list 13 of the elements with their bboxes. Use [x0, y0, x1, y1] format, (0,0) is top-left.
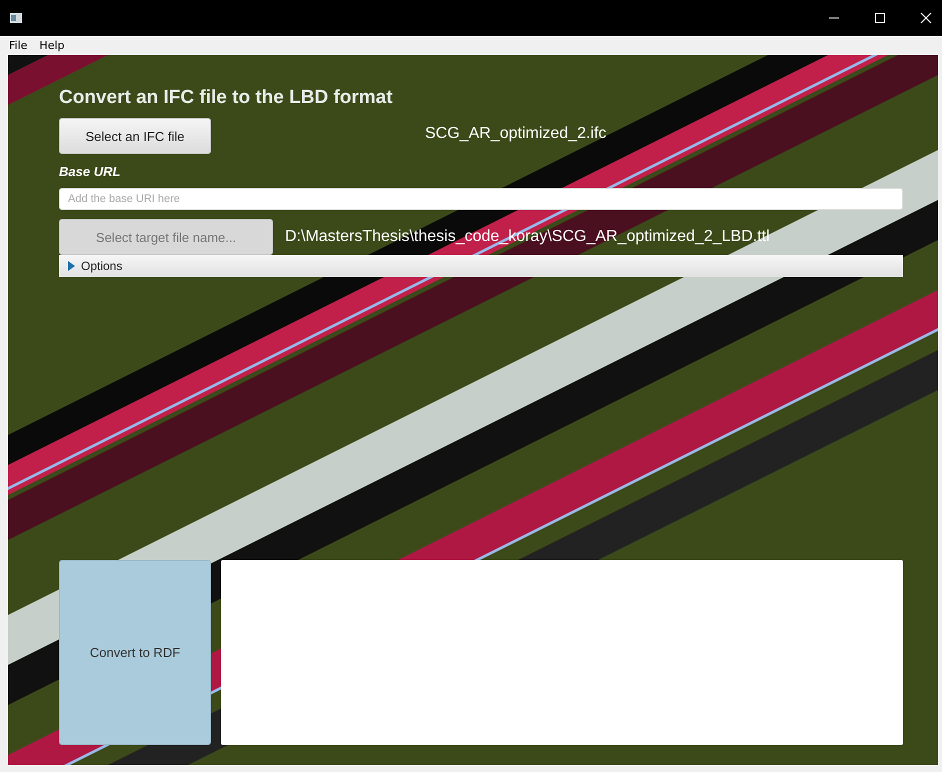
menu-item[interactable]: Help — [39, 39, 64, 52]
close-icon[interactable] — [920, 12, 932, 24]
input-field[interactable]: Add the base URI here — [59, 188, 903, 210]
convert-button[interactable]: Convert to RDF — [59, 560, 211, 745]
options-pane[interactable]: Options — [59, 255, 903, 277]
app-icon — [10, 13, 22, 23]
menu-item[interactable]: File — [9, 39, 28, 52]
select-file-button[interactable]: Select an IFC file — [59, 118, 211, 154]
file-name: SCG_AR_optimized_2.ifc — [425, 125, 606, 143]
field-label: Base URL — [59, 164, 120, 181]
options-label: Options — [81, 259, 122, 273]
maximize-icon[interactable] — [874, 12, 886, 24]
heading: Convert an IFC file to the LBD format — [59, 86, 393, 110]
